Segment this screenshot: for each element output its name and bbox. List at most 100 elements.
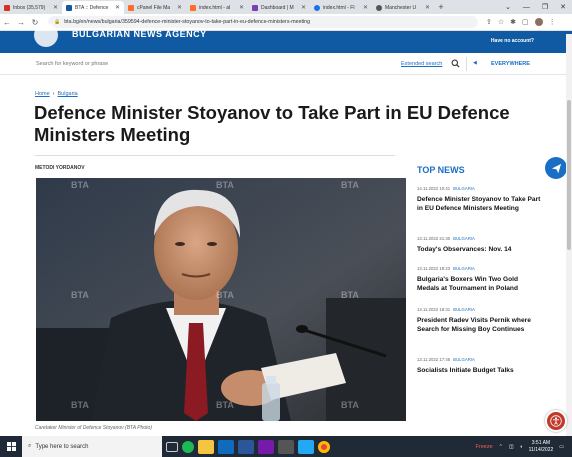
accessibility-button[interactable] bbox=[545, 410, 567, 432]
outlook-icon[interactable] bbox=[218, 439, 234, 454]
gmail-icon bbox=[4, 4, 10, 11]
breadcrumb-home-link[interactable]: Home bbox=[35, 91, 50, 97]
site-logo-text[interactable]: BULGARIAN NEWS AGENCY bbox=[72, 29, 207, 39]
close-icon[interactable]: ✕ bbox=[301, 4, 306, 11]
triangle-left-icon[interactable]: ◀ bbox=[473, 60, 477, 66]
top-news-heading: TOP NEWS bbox=[417, 165, 465, 175]
word-icon[interactable] bbox=[238, 439, 254, 454]
share-icon[interactable]: ⇪ bbox=[486, 18, 492, 26]
browser-tab-index-1[interactable]: index.html - aI ✕ bbox=[186, 1, 248, 14]
news-item[interactable]: 13.11.2022 19:23 BULGARIA Bulgaria's Boxe… bbox=[417, 266, 542, 293]
spotify-icon[interactable] bbox=[182, 440, 194, 453]
site-search-bar: Extended search ◀ EVERYWHERE bbox=[0, 53, 572, 75]
close-icon[interactable]: ✕ bbox=[425, 4, 430, 11]
extensions-icon[interactable]: ✱ bbox=[510, 18, 516, 26]
globe-icon bbox=[376, 4, 382, 11]
watermark-logo: BTA bbox=[71, 180, 89, 190]
news-item[interactable]: 13.11.2022 21:30 BULGARIA Today's Observa… bbox=[417, 236, 542, 254]
cpanel-icon bbox=[190, 4, 196, 11]
watermark-logo: BTA bbox=[341, 400, 359, 410]
address-bar[interactable]: 🔒 bta.bg/en/news/bulgaria/359594-defence… bbox=[48, 16, 478, 28]
search-icon[interactable] bbox=[451, 59, 460, 68]
watermark-logo: BTA bbox=[341, 180, 359, 190]
news-title[interactable]: Today's Observances: Nov. 14 bbox=[417, 245, 542, 254]
clock-date: 11/14/2022 bbox=[528, 446, 554, 453]
news-time: 13.11.2022 17:45 bbox=[417, 357, 451, 362]
taskbar-search-placeholder: Type here to search bbox=[35, 443, 89, 450]
system-clock[interactable]: 3:51 AM 11/14/2022 bbox=[529, 440, 554, 453]
search-input[interactable] bbox=[36, 58, 396, 70]
toolbar-actions: ⇪ ☆ ✱ ▢ ⋮ bbox=[486, 18, 556, 26]
browser-tab-strip: Inbox (35,579) ✕ BTA :: Defence ✕ cPanel F… bbox=[0, 0, 572, 14]
browser-tab-manchester[interactable]: Manchester U ✕ bbox=[372, 1, 434, 14]
scrollbar-thumb[interactable] bbox=[567, 100, 571, 250]
paper-plane-icon bbox=[551, 163, 561, 173]
news-category[interactable]: BULGARIA bbox=[453, 236, 475, 241]
taskbar-search[interactable]: ⌕ Type here to search bbox=[22, 436, 162, 457]
search-icon: ⌕ bbox=[28, 443, 32, 449]
site-logo-icon[interactable] bbox=[34, 23, 58, 47]
chrome-icon[interactable] bbox=[318, 440, 330, 453]
news-time: 14.11.2022 10:41 bbox=[417, 186, 451, 191]
close-icon[interactable]: ✕ bbox=[363, 4, 368, 11]
extended-search-link[interactable]: Extended search bbox=[401, 61, 442, 67]
chevron-down-icon[interactable]: ⌄ bbox=[505, 3, 511, 11]
avatar[interactable] bbox=[534, 18, 543, 26]
news-category[interactable]: BULGARIA bbox=[453, 357, 475, 362]
close-icon[interactable]: ✕ bbox=[239, 4, 244, 11]
vscode-icon[interactable] bbox=[298, 439, 314, 454]
start-button[interactable] bbox=[0, 436, 22, 457]
browser-tab-index-2[interactable]: index.html - FI ✕ bbox=[310, 1, 372, 14]
browser-tab-gmail[interactable]: Inbox (35,579) ✕ bbox=[0, 1, 62, 14]
news-category[interactable]: BULGARIA bbox=[453, 307, 475, 312]
browser-tab-bta[interactable]: BTA :: Defence ✕ bbox=[62, 1, 124, 14]
news-item[interactable]: 13.11.2022 18:31 BULGARIA President Radev… bbox=[417, 307, 542, 334]
news-meta: 13.11.2022 21:30 BULGARIA bbox=[417, 236, 542, 241]
news-time: 13.11.2022 18:31 bbox=[417, 307, 451, 312]
close-icon[interactable]: ✕ bbox=[53, 4, 58, 11]
sidepanel-icon[interactable]: ▢ bbox=[522, 18, 529, 26]
window-controls: ⌄ — ❐ ✕ bbox=[505, 0, 572, 14]
send-button[interactable] bbox=[545, 157, 567, 179]
chevron-up-icon[interactable]: ⌃ bbox=[499, 444, 503, 450]
news-title[interactable]: Socialists Initiate Budget Talks bbox=[417, 366, 542, 375]
account-link[interactable]: Have no account? bbox=[491, 38, 534, 44]
forward-icon[interactable]: → bbox=[14, 18, 28, 27]
back-icon[interactable]: ← bbox=[0, 18, 14, 27]
region-selector[interactable]: EVERYWHERE bbox=[491, 61, 530, 67]
watermark-logo: BTA bbox=[216, 400, 234, 410]
breadcrumb-section-link[interactable]: Bulgaria bbox=[58, 91, 78, 97]
maximize-icon[interactable]: ❐ bbox=[542, 3, 548, 11]
news-title[interactable]: Defence Minister Stoyanov to Take Part i… bbox=[417, 195, 542, 213]
article-author[interactable]: METODI YORDANOV bbox=[35, 165, 85, 171]
star-icon[interactable]: ☆ bbox=[498, 18, 504, 26]
menu-icon[interactable]: ⋮ bbox=[549, 18, 556, 26]
news-title[interactable]: Bulgaria's Boxers Win Two Gold Medals at… bbox=[417, 275, 542, 293]
headline-divider bbox=[35, 155, 395, 156]
windows-logo-icon bbox=[6, 442, 16, 451]
news-category[interactable]: BULGARIA bbox=[453, 186, 475, 191]
lock-icon[interactable]: 🔒 bbox=[54, 19, 60, 25]
accessibility-icon bbox=[550, 415, 562, 427]
news-title[interactable]: President Radev Visits Pernik where Sear… bbox=[417, 316, 542, 334]
file-explorer-icon[interactable] bbox=[198, 439, 214, 454]
app-icon[interactable] bbox=[278, 439, 294, 454]
windows-taskbar: ⌕ Type here to search Freeze ⌃ ◫ ◖ 3:51 … bbox=[0, 436, 572, 457]
browser-tab-dashboard[interactable]: Dashboard | M ✕ bbox=[248, 1, 310, 14]
network-icon[interactable]: ◫ bbox=[509, 444, 514, 450]
globe-icon bbox=[314, 4, 320, 11]
onenote-icon[interactable] bbox=[258, 439, 274, 454]
notification-icon[interactable]: ▭ bbox=[559, 444, 564, 450]
volume-icon[interactable]: ◖ bbox=[520, 444, 523, 450]
close-icon[interactable]: ✕ bbox=[177, 4, 182, 11]
news-category[interactable]: BULGARIA bbox=[453, 266, 475, 271]
new-tab-button[interactable]: + bbox=[434, 1, 448, 14]
news-item[interactable]: 13.11.2022 17:45 BULGARIA Socialists Init… bbox=[417, 357, 542, 375]
news-item[interactable]: 14.11.2022 10:41 BULGARIA Defence Ministe… bbox=[417, 186, 542, 213]
task-view-icon[interactable] bbox=[166, 441, 178, 452]
weather-widget[interactable]: Freeze bbox=[476, 444, 493, 450]
browser-tab-cpanel[interactable]: cPanel File Ma ✕ bbox=[124, 1, 186, 14]
close-window-icon[interactable]: ✕ bbox=[560, 3, 566, 11]
minimize-icon[interactable]: — bbox=[523, 4, 530, 11]
close-icon[interactable]: ✕ bbox=[115, 4, 120, 11]
